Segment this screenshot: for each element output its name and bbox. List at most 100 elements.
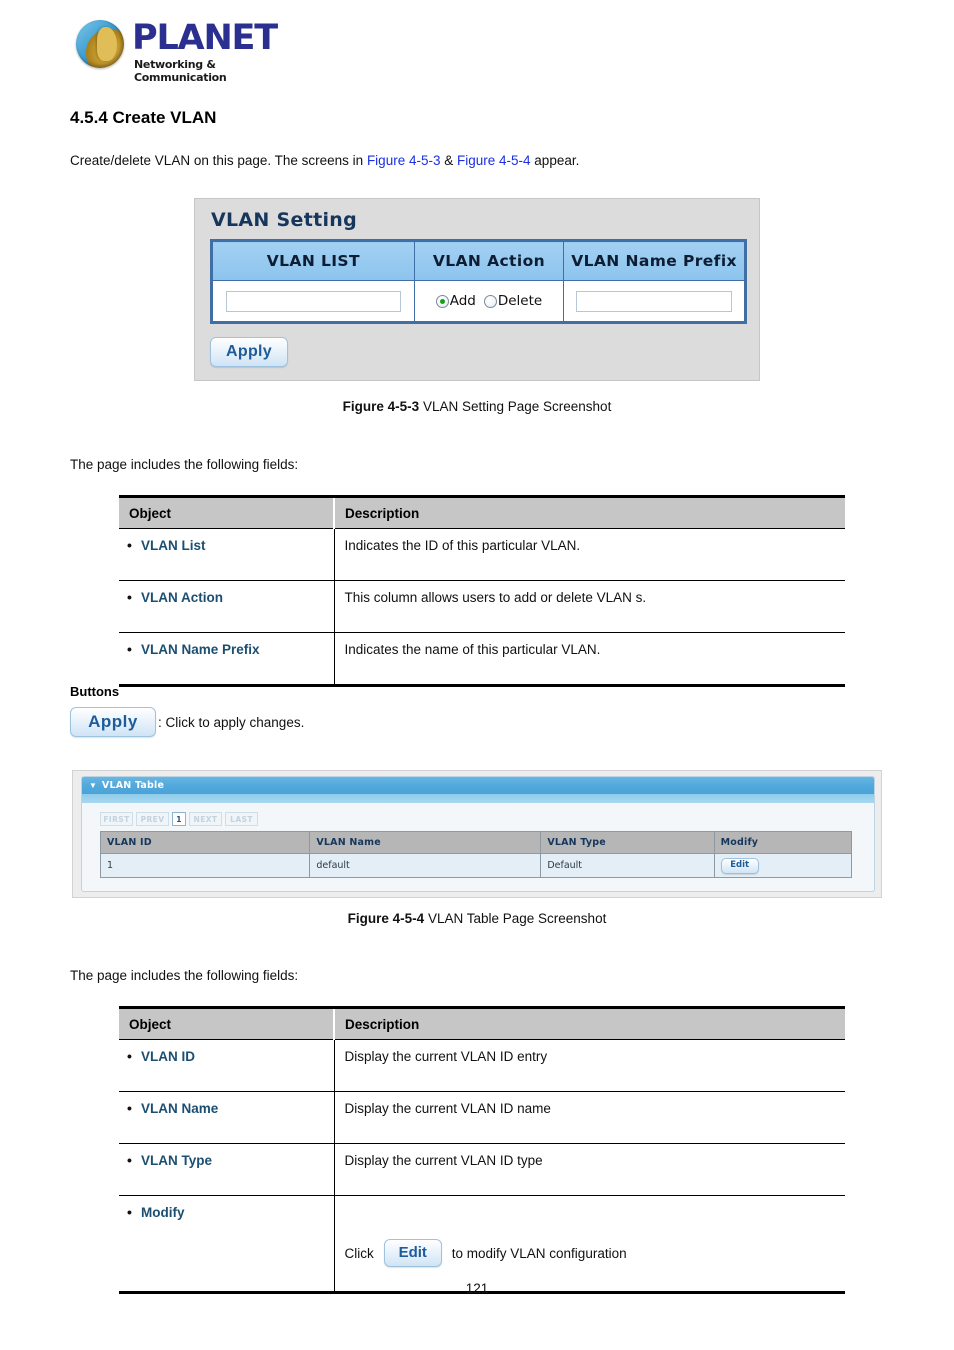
- figure-link-4-5-3[interactable]: Figure 4-5-3: [367, 153, 441, 168]
- column-header-vlan-list: VLAN LIST: [211, 240, 415, 281]
- radio-option-add[interactable]: Add: [435, 293, 476, 309]
- edit-button[interactable]: Edit: [383, 1239, 442, 1267]
- object-cell: VLAN Name: [119, 1091, 335, 1144]
- radio-add-icon[interactable]: [435, 294, 449, 308]
- modify-after-text: to modify VLAN configuration: [451, 1245, 627, 1261]
- table-row: VLAN Name Prefix Indicates the name of t…: [119, 632, 845, 687]
- brand-tagline: Networking & Communication: [134, 58, 227, 84]
- vlan-table-panel: ▼ VLAN Table FIRST PREV 1 NEXT LAST VLAN…: [81, 776, 875, 892]
- object-label: VLAN Name Prefix: [141, 642, 260, 657]
- apply-button[interactable]: Apply: [210, 337, 288, 367]
- table-row: VLAN Type Display the current VLAN ID ty…: [119, 1143, 845, 1196]
- object-label: VLAN List: [141, 538, 206, 553]
- column-header-vlan-name: VLAN Name: [309, 831, 542, 854]
- description-cell: Click Edit to modify VLAN configuration: [334, 1195, 845, 1294]
- table-header-row: Object Description: [119, 1006, 845, 1040]
- column-header-modify: Modify: [713, 831, 853, 854]
- figure-caption-4-5-3: Figure 4-5-3 VLAN Setting Page Screensho…: [0, 399, 954, 414]
- column-header-vlan-name-prefix: VLAN Name Prefix: [563, 240, 746, 281]
- radio-delete-label: Delete: [497, 293, 543, 309]
- intro-paragraph: Create/delete VLAN on this page. The scr…: [70, 153, 579, 168]
- pager-page-1-button[interactable]: 1: [172, 812, 186, 826]
- radio-add-label: Add: [449, 293, 476, 309]
- figure-caption-label: Figure 4-5-3: [342, 399, 420, 414]
- description-cell: Display the current VLAN ID entry: [334, 1039, 845, 1092]
- column-header-vlan-id: VLAN ID: [99, 831, 311, 854]
- description-cell: Indicates the name of this particular VL…: [334, 632, 845, 687]
- table-row: 1 default Default Edit: [99, 853, 853, 878]
- object-label: VLAN Name: [141, 1101, 218, 1116]
- object-description-table-2: Object Description VLAN ID Display the c…: [119, 1006, 845, 1294]
- pager-last-button[interactable]: LAST: [225, 812, 258, 826]
- chevron-down-icon[interactable]: ▼: [89, 781, 97, 790]
- intro-prefix: Create/delete VLAN on this page. The scr…: [70, 153, 367, 168]
- column-header-description: Description: [334, 1006, 845, 1040]
- object-description-table-1: Object Description VLAN List Indicates t…: [119, 495, 845, 687]
- page-title: 4.5.4 Create VLAN: [70, 108, 217, 127]
- cell-vlan-id: 1: [99, 853, 311, 878]
- table-row: VLAN Action This column allows users to …: [119, 580, 845, 633]
- object-cell: Modify: [119, 1195, 335, 1294]
- figure-caption-text: VLAN Setting Page Screenshot: [419, 399, 612, 414]
- table-row: VLAN ID Display the current VLAN ID entr…: [119, 1039, 845, 1092]
- vlan-table-panel-bar[interactable]: ▼ VLAN Table: [82, 777, 874, 794]
- vlan-list-input[interactable]: [225, 290, 401, 312]
- panel-bar-gradient: [82, 794, 874, 803]
- vlan-action-cell: Add Delete: [413, 280, 565, 323]
- object-cell: VLAN Name Prefix: [119, 632, 335, 687]
- object-cell: VLAN ID: [119, 1039, 335, 1092]
- pager-prev-button[interactable]: PREV: [136, 812, 169, 826]
- object-cell: VLAN Type: [119, 1143, 335, 1196]
- planet-globe-icon: [76, 20, 124, 68]
- cell-vlan-name: default: [309, 853, 542, 878]
- vlan-setting-table: VLAN LIST VLAN Action VLAN Name Prefix A…: [210, 239, 747, 324]
- vlan-name-prefix-input[interactable]: [575, 290, 733, 312]
- vlan-list-cell: [211, 280, 415, 323]
- object-label: VLAN ID: [141, 1049, 195, 1064]
- column-header-vlan-type: VLAN Type: [540, 831, 715, 854]
- vlan-name-prefix-cell: [563, 280, 746, 323]
- brand-name: PLANET: [132, 18, 278, 58]
- vlan-table-grid: VLAN ID VLAN Name VLAN Type Modify 1 def…: [99, 831, 853, 878]
- figure-caption-4-5-4: Figure 4-5-4 VLAN Table Page Screenshot: [0, 911, 954, 926]
- table-header-row: Object Description: [119, 495, 845, 529]
- intro-suffix: appear.: [530, 153, 580, 168]
- cell-vlan-type: Default: [540, 853, 715, 878]
- page-number: 121: [465, 1281, 489, 1296]
- edit-button[interactable]: Edit: [720, 857, 759, 874]
- planet-logo: PLANET Networking & Communication: [76, 17, 278, 84]
- description-cell: Indicates the ID of this particular VLAN…: [334, 528, 845, 581]
- figure-link-4-5-4[interactable]: Figure 4-5-4: [457, 153, 531, 168]
- object-cell: VLAN Action: [119, 580, 335, 633]
- intro-amp: &: [440, 153, 457, 168]
- column-header-object: Object: [119, 495, 335, 529]
- column-header-object: Object: [119, 1006, 335, 1040]
- vlan-table-panel-title: VLAN Table: [101, 780, 165, 791]
- cell-modify: Edit: [713, 853, 853, 878]
- column-header-description: Description: [334, 495, 845, 529]
- fields-intro-1: The page includes the following fields:: [70, 457, 299, 472]
- table-row: Add Delete: [211, 280, 746, 323]
- vlan-setting-screenshot: VLAN Setting VLAN LIST VLAN Action VLAN …: [194, 198, 760, 381]
- vlan-setting-panel-title: VLAN Setting: [211, 209, 358, 231]
- apply-button-description: : Click to apply changes.: [158, 714, 305, 730]
- pager-first-button[interactable]: FIRST: [100, 812, 133, 826]
- click-text: Click: [344, 1245, 374, 1261]
- vlan-table-screenshot: ▼ VLAN Table FIRST PREV 1 NEXT LAST VLAN…: [72, 770, 882, 898]
- object-cell: VLAN List: [119, 528, 335, 581]
- description-cell: Display the current VLAN ID name: [334, 1091, 845, 1144]
- apply-button[interactable]: Apply: [70, 707, 156, 737]
- figure-caption-text: VLAN Table Page Screenshot: [424, 911, 607, 926]
- column-header-vlan-action: VLAN Action: [413, 240, 565, 281]
- table-header-row: VLAN ID VLAN Name VLAN Type Modify: [99, 831, 853, 854]
- object-label: VLAN Action: [141, 590, 223, 605]
- description-cell: Display the current VLAN ID type: [334, 1143, 845, 1196]
- table-header-row: VLAN LIST VLAN Action VLAN Name Prefix: [211, 240, 746, 281]
- description-cell: This column allows users to add or delet…: [334, 580, 845, 633]
- radio-option-delete[interactable]: Delete: [483, 293, 543, 309]
- figure-caption-label: Figure 4-5-4: [347, 911, 425, 926]
- object-label: Modify: [141, 1205, 185, 1220]
- pager-next-button[interactable]: NEXT: [189, 812, 222, 826]
- buttons-section-heading: Buttons: [70, 684, 120, 699]
- radio-delete-icon[interactable]: [483, 294, 497, 308]
